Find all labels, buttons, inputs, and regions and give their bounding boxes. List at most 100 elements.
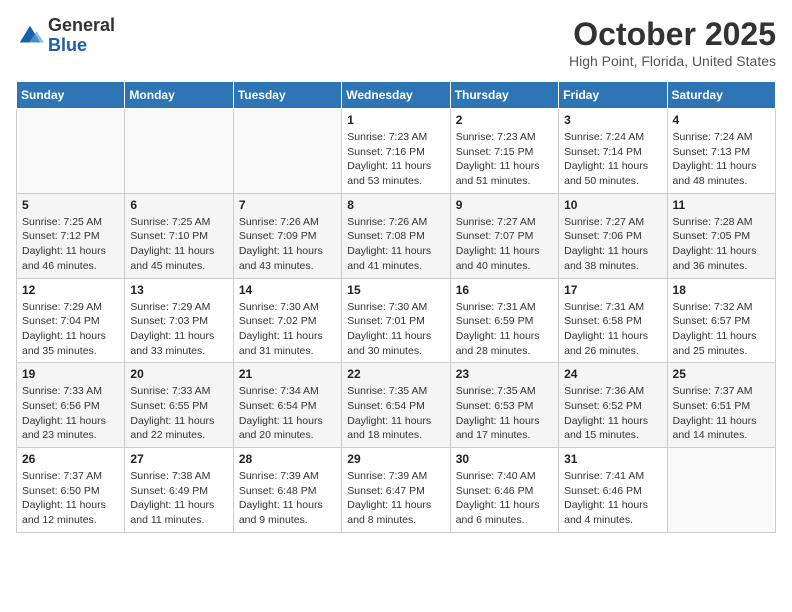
day-info: Sunrise: 7:29 AM Sunset: 7:03 PM Dayligh… <box>130 300 227 359</box>
day-number: 31 <box>564 452 661 466</box>
calendar-cell: 24 Sunrise: 7:36 AM Sunset: 6:52 PM Dayli… <box>559 363 667 448</box>
calendar-cell: 30 Sunrise: 7:40 AM Sunset: 6:46 PM Dayli… <box>450 448 558 533</box>
calendar-cell: 16 Sunrise: 7:31 AM Sunset: 6:59 PM Dayli… <box>450 278 558 363</box>
day-info: Sunrise: 7:25 AM Sunset: 7:10 PM Dayligh… <box>130 215 227 274</box>
day-info: Sunrise: 7:26 AM Sunset: 7:08 PM Dayligh… <box>347 215 444 274</box>
day-number: 27 <box>130 452 227 466</box>
calendar-cell: 18 Sunrise: 7:32 AM Sunset: 6:57 PM Dayli… <box>667 278 775 363</box>
location: High Point, Florida, United States <box>569 53 776 69</box>
day-info: Sunrise: 7:26 AM Sunset: 7:09 PM Dayligh… <box>239 215 336 274</box>
day-number: 30 <box>456 452 553 466</box>
day-info: Sunrise: 7:23 AM Sunset: 7:16 PM Dayligh… <box>347 130 444 189</box>
calendar-cell: 21Sunrise: 7:34 AM Sunset: 6:54 PM Dayli… <box>233 363 341 448</box>
logo-icon <box>16 22 44 50</box>
day-number: 12 <box>22 283 119 297</box>
day-number: 20 <box>130 367 227 381</box>
week-row-1: 1Sunrise: 7:23 AM Sunset: 7:16 PM Daylig… <box>17 109 776 194</box>
calendar-cell: 31 Sunrise: 7:41 AM Sunset: 6:46 PM Dayli… <box>559 448 667 533</box>
day-info: Sunrise: 7:23 AM Sunset: 7:15 PM Dayligh… <box>456 130 553 189</box>
week-row-3: 12 Sunrise: 7:29 AM Sunset: 7:04 PM Dayli… <box>17 278 776 363</box>
title-block: October 2025 High Point, Florida, United… <box>569 16 776 69</box>
day-number: 7 <box>239 198 336 212</box>
weekday-header-monday: Monday <box>125 82 233 109</box>
day-number: 11 <box>673 198 770 212</box>
day-info: Sunrise: 7:41 AM Sunset: 6:46 PM Dayligh… <box>564 469 661 528</box>
day-number: 21 <box>239 367 336 381</box>
logo-text: General Blue <box>48 16 115 56</box>
day-info: Sunrise: 7:35 AM Sunset: 6:54 PM Dayligh… <box>347 384 444 443</box>
calendar-cell: 28 Sunrise: 7:39 AM Sunset: 6:48 PM Dayli… <box>233 448 341 533</box>
day-info: Sunrise: 7:29 AM Sunset: 7:04 PM Dayligh… <box>22 300 119 359</box>
calendar-cell: 11 Sunrise: 7:28 AM Sunset: 7:05 PM Dayli… <box>667 193 775 278</box>
day-number: 18 <box>673 283 770 297</box>
day-info: Sunrise: 7:39 AM Sunset: 6:47 PM Dayligh… <box>347 469 444 528</box>
day-number: 28 <box>239 452 336 466</box>
day-number: 17 <box>564 283 661 297</box>
day-number: 2 <box>456 113 553 127</box>
calendar-cell <box>125 109 233 194</box>
logo: General Blue <box>16 16 115 56</box>
calendar-table: SundayMondayTuesdayWednesdayThursdayFrid… <box>16 81 776 533</box>
day-info: Sunrise: 7:37 AM Sunset: 6:50 PM Dayligh… <box>22 469 119 528</box>
weekday-header-saturday: Saturday <box>667 82 775 109</box>
week-row-5: 26 Sunrise: 7:37 AM Sunset: 6:50 PM Dayli… <box>17 448 776 533</box>
weekday-header-friday: Friday <box>559 82 667 109</box>
day-number: 16 <box>456 283 553 297</box>
day-number: 8 <box>347 198 444 212</box>
calendar-cell: 25 Sunrise: 7:37 AM Sunset: 6:51 PM Dayli… <box>667 363 775 448</box>
day-number: 4 <box>673 113 770 127</box>
day-info: Sunrise: 7:37 AM Sunset: 6:51 PM Dayligh… <box>673 384 770 443</box>
week-row-4: 19 Sunrise: 7:33 AM Sunset: 6:56 PM Dayli… <box>17 363 776 448</box>
day-number: 19 <box>22 367 119 381</box>
calendar-cell <box>17 109 125 194</box>
day-number: 10 <box>564 198 661 212</box>
calendar-cell: 23Sunrise: 7:35 AM Sunset: 6:53 PM Dayli… <box>450 363 558 448</box>
weekday-header-wednesday: Wednesday <box>342 82 450 109</box>
day-info: Sunrise: 7:39 AM Sunset: 6:48 PM Dayligh… <box>239 469 336 528</box>
day-info: Sunrise: 7:30 AM Sunset: 7:01 PM Dayligh… <box>347 300 444 359</box>
calendar-cell: 6Sunrise: 7:25 AM Sunset: 7:10 PM Daylig… <box>125 193 233 278</box>
day-number: 5 <box>22 198 119 212</box>
day-info: Sunrise: 7:40 AM Sunset: 6:46 PM Dayligh… <box>456 469 553 528</box>
calendar-cell: 17 Sunrise: 7:31 AM Sunset: 6:58 PM Dayli… <box>559 278 667 363</box>
day-info: Sunrise: 7:24 AM Sunset: 7:13 PM Dayligh… <box>673 130 770 189</box>
calendar-cell: 27Sunrise: 7:38 AM Sunset: 6:49 PM Dayli… <box>125 448 233 533</box>
day-number: 26 <box>22 452 119 466</box>
calendar-cell: 4 Sunrise: 7:24 AM Sunset: 7:13 PM Daylig… <box>667 109 775 194</box>
day-info: Sunrise: 7:33 AM Sunset: 6:56 PM Dayligh… <box>22 384 119 443</box>
day-number: 23 <box>456 367 553 381</box>
day-info: Sunrise: 7:27 AM Sunset: 7:07 PM Dayligh… <box>456 215 553 274</box>
calendar-cell: 29Sunrise: 7:39 AM Sunset: 6:47 PM Dayli… <box>342 448 450 533</box>
calendar-cell: 7 Sunrise: 7:26 AM Sunset: 7:09 PM Daylig… <box>233 193 341 278</box>
day-info: Sunrise: 7:30 AM Sunset: 7:02 PM Dayligh… <box>239 300 336 359</box>
page-header: General Blue October 2025 High Point, Fl… <box>16 16 776 69</box>
calendar-cell: 13Sunrise: 7:29 AM Sunset: 7:03 PM Dayli… <box>125 278 233 363</box>
day-info: Sunrise: 7:36 AM Sunset: 6:52 PM Dayligh… <box>564 384 661 443</box>
calendar-cell: 5Sunrise: 7:25 AM Sunset: 7:12 PM Daylig… <box>17 193 125 278</box>
logo-general: General <box>48 15 115 35</box>
day-number: 3 <box>564 113 661 127</box>
calendar-cell <box>667 448 775 533</box>
calendar-cell: 8 Sunrise: 7:26 AM Sunset: 7:08 PM Daylig… <box>342 193 450 278</box>
calendar-cell: 22Sunrise: 7:35 AM Sunset: 6:54 PM Dayli… <box>342 363 450 448</box>
day-number: 9 <box>456 198 553 212</box>
day-info: Sunrise: 7:31 AM Sunset: 6:58 PM Dayligh… <box>564 300 661 359</box>
day-number: 14 <box>239 283 336 297</box>
day-info: Sunrise: 7:27 AM Sunset: 7:06 PM Dayligh… <box>564 215 661 274</box>
calendar-cell: 9 Sunrise: 7:27 AM Sunset: 7:07 PM Daylig… <box>450 193 558 278</box>
day-info: Sunrise: 7:31 AM Sunset: 6:59 PM Dayligh… <box>456 300 553 359</box>
calendar-cell: 2 Sunrise: 7:23 AM Sunset: 7:15 PM Daylig… <box>450 109 558 194</box>
day-number: 25 <box>673 367 770 381</box>
calendar-cell: 10 Sunrise: 7:27 AM Sunset: 7:06 PM Dayli… <box>559 193 667 278</box>
calendar-cell: 26 Sunrise: 7:37 AM Sunset: 6:50 PM Dayli… <box>17 448 125 533</box>
day-info: Sunrise: 7:28 AM Sunset: 7:05 PM Dayligh… <box>673 215 770 274</box>
calendar-cell: 20Sunrise: 7:33 AM Sunset: 6:55 PM Dayli… <box>125 363 233 448</box>
day-info: Sunrise: 7:32 AM Sunset: 6:57 PM Dayligh… <box>673 300 770 359</box>
day-info: Sunrise: 7:24 AM Sunset: 7:14 PM Dayligh… <box>564 130 661 189</box>
weekday-header-row: SundayMondayTuesdayWednesdayThursdayFrid… <box>17 82 776 109</box>
logo-blue: Blue <box>48 35 87 55</box>
calendar-cell: 15Sunrise: 7:30 AM Sunset: 7:01 PM Dayli… <box>342 278 450 363</box>
weekday-header-tuesday: Tuesday <box>233 82 341 109</box>
day-number: 24 <box>564 367 661 381</box>
calendar-cell <box>233 109 341 194</box>
